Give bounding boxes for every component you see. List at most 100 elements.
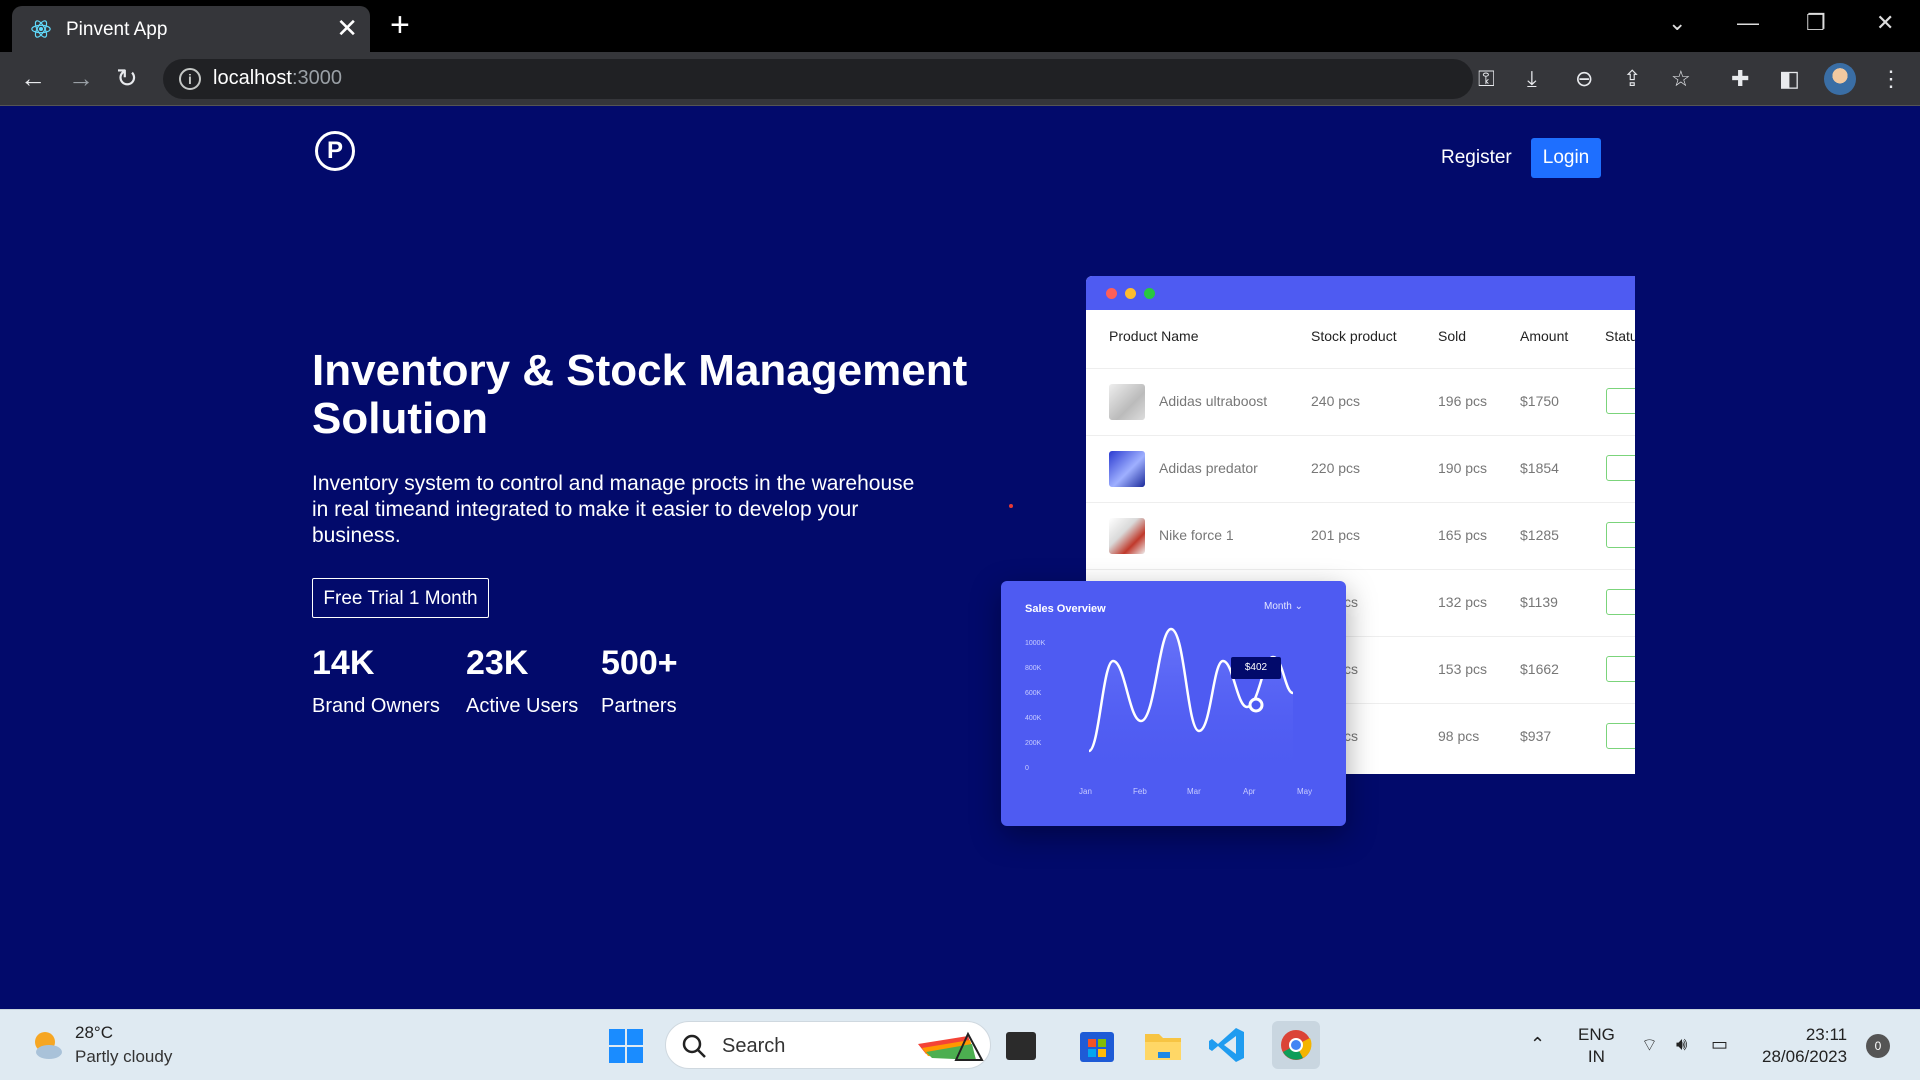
reload-icon[interactable]: ↻ (116, 64, 138, 92)
tab-title: Pinvent App (66, 19, 168, 40)
product-name: Adidas predator (1159, 460, 1258, 476)
extensions-icon[interactable]: ✚ (1731, 65, 1749, 93)
taskbar-search[interactable]: Search (665, 1021, 991, 1069)
microsoft-store-icon[interactable] (1076, 1024, 1118, 1066)
logo-icon[interactable]: P (315, 131, 355, 171)
stat-value: 23K (466, 644, 529, 682)
bookmark-star-icon[interactable]: ☆ (1671, 65, 1691, 93)
minimize-icon[interactable]: — (1737, 10, 1759, 36)
windows-start-icon[interactable] (608, 1028, 644, 1064)
sold-cell: 165 pcs (1438, 527, 1488, 543)
share-icon[interactable]: ⇪ (1623, 65, 1641, 93)
stat-label: Partners (601, 695, 677, 717)
vscode-icon[interactable] (1206, 1024, 1248, 1066)
sales-line-chart (1087, 627, 1294, 776)
browser-tab-bar: Pinvent App ✕ + ⌄ — ❐ ✕ (0, 0, 1920, 52)
x-tick: Jan (1079, 787, 1092, 796)
partly-cloudy-icon[interactable] (30, 1028, 64, 1062)
chart-tooltip: $402 (1231, 657, 1281, 679)
window-header (1086, 276, 1635, 310)
x-tick: May (1297, 787, 1313, 796)
stat-brand-owners: 14K Brand Owners (312, 643, 440, 718)
decorative-dot (1009, 504, 1013, 508)
clock-date: 28/06/2023 (1762, 1047, 1848, 1066)
shoe-thumbnail (1109, 384, 1145, 420)
stat-value: 14K (312, 644, 375, 682)
stock-cell: 220 pcs (1311, 460, 1361, 476)
close-window-icon[interactable]: ✕ (1876, 10, 1894, 36)
file-explorer-icon[interactable] (1142, 1024, 1184, 1066)
green-dot-icon (1144, 288, 1155, 299)
zoom-icon[interactable]: ⊖ (1575, 65, 1593, 93)
notification-badge[interactable]: 0 (1866, 1034, 1890, 1058)
back-icon[interactable]: ← (20, 64, 46, 92)
tab-search-icon[interactable]: ⌄ (1668, 10, 1686, 36)
status-badge (1606, 522, 1635, 548)
column-header: Stock product (1311, 328, 1397, 344)
landing-page: P Register Login Inventory & Stock Manag… (0, 107, 1920, 1009)
profile-avatar[interactable] (1824, 63, 1856, 95)
shoe-thumbnail (1109, 451, 1145, 487)
weather-description[interactable]: Partly cloudy (75, 1047, 172, 1067)
amount-cell: $1662 (1520, 661, 1559, 677)
sold-cell: 98 pcs (1438, 728, 1480, 744)
show-hidden-icons-chevron-icon[interactable]: ⌃ (1530, 1034, 1545, 1055)
register-link[interactable]: Register (1441, 147, 1512, 169)
sold-cell: 196 pcs (1438, 393, 1488, 409)
chart-point-marker (1248, 697, 1264, 713)
hero-title: Inventory & Stock Management Solution (312, 346, 968, 443)
status-badge (1606, 455, 1635, 481)
volume-icon[interactable]: 🔊︎ (1676, 1034, 1687, 1055)
system-clock[interactable]: 23:11 28/06/2023 (1762, 1024, 1847, 1068)
windows-taskbar: 28°C Partly cloudy Search ⌃ ENG IN ⌔ 🔊︎ … (0, 1009, 1920, 1080)
stat-partners: 500+ Partners (601, 643, 678, 718)
free-trial-button[interactable]: Free Trial 1 Month (312, 578, 489, 618)
key-icon[interactable]: ⚿ (1478, 65, 1495, 93)
status-badge (1606, 388, 1635, 414)
x-tick: Apr (1243, 787, 1256, 796)
restore-icon[interactable]: ❐ (1806, 10, 1826, 36)
search-label: Search (722, 1035, 786, 1057)
column-header: Amount (1520, 328, 1569, 344)
browser-tab[interactable]: Pinvent App ✕ (12, 6, 370, 52)
menu-kebab-icon[interactable]: ⋮ (1880, 65, 1902, 93)
weather-temperature[interactable]: 28°C (75, 1023, 113, 1043)
stat-label: Brand Owners (312, 695, 440, 717)
login-button[interactable]: Login (1531, 138, 1601, 178)
column-header: Sold (1438, 328, 1467, 344)
table-row: Adidas predator 220 pcs 190 pcs $1854 (1086, 435, 1635, 502)
forward-icon[interactable]: → (68, 64, 94, 92)
react-icon (31, 20, 51, 38)
battery-icon[interactable]: ▭ (1711, 1034, 1728, 1055)
amount-cell: $1285 (1520, 527, 1559, 543)
install-icon[interactable]: ⤓ (1527, 65, 1537, 93)
tab-close-icon[interactable]: ✕ (336, 14, 358, 42)
stock-cell: cs (1344, 728, 1358, 744)
new-tab-button[interactable]: + (390, 8, 410, 42)
chrome-icon[interactable] (1272, 1021, 1320, 1069)
language-indicator[interactable]: ENG IN (1578, 1024, 1615, 1068)
site-info-icon[interactable]: i (179, 68, 201, 90)
stock-cell: cs (1344, 661, 1358, 677)
x-tick: Feb (1133, 787, 1147, 796)
amount-cell: $1139 (1520, 594, 1558, 610)
table-row: Adidas ultraboost 240 pcs 196 pcs $1750 (1086, 368, 1635, 435)
stock-cell: 240 pcs (1311, 393, 1361, 409)
status-badge (1606, 656, 1635, 682)
yellow-dot-icon (1125, 288, 1136, 299)
table-row: Nike force 1 201 pcs 165 pcs $1285 (1086, 502, 1635, 569)
task-view-icon[interactable] (1006, 1032, 1036, 1060)
wifi-icon[interactable]: ⌔ (1641, 1034, 1658, 1057)
sold-cell: 153 pcs (1438, 661, 1488, 677)
hero-description: Inventory system to control and manage p… (312, 472, 915, 547)
red-dot-icon (1106, 288, 1117, 299)
amount-cell: $1750 (1520, 393, 1559, 409)
browser-toolbar: ← → ↻ i localhost:3000 ⚿ ⤓ ⊖ ⇪ ☆ ✚ ◧ ⋮ (0, 52, 1920, 106)
side-panel-icon[interactable]: ◧ (1779, 65, 1800, 93)
search-highlight-icon (918, 1031, 984, 1061)
stat-value: 500+ (601, 644, 678, 682)
product-name: Adidas ultraboost (1159, 393, 1268, 409)
sold-cell: 132 pcs (1438, 594, 1488, 610)
address-bar[interactable]: i localhost:3000 (163, 59, 1473, 99)
sales-overview-illustration: Sales Overview Month ⌄ 1000K 800K 600K 4… (1001, 581, 1346, 826)
